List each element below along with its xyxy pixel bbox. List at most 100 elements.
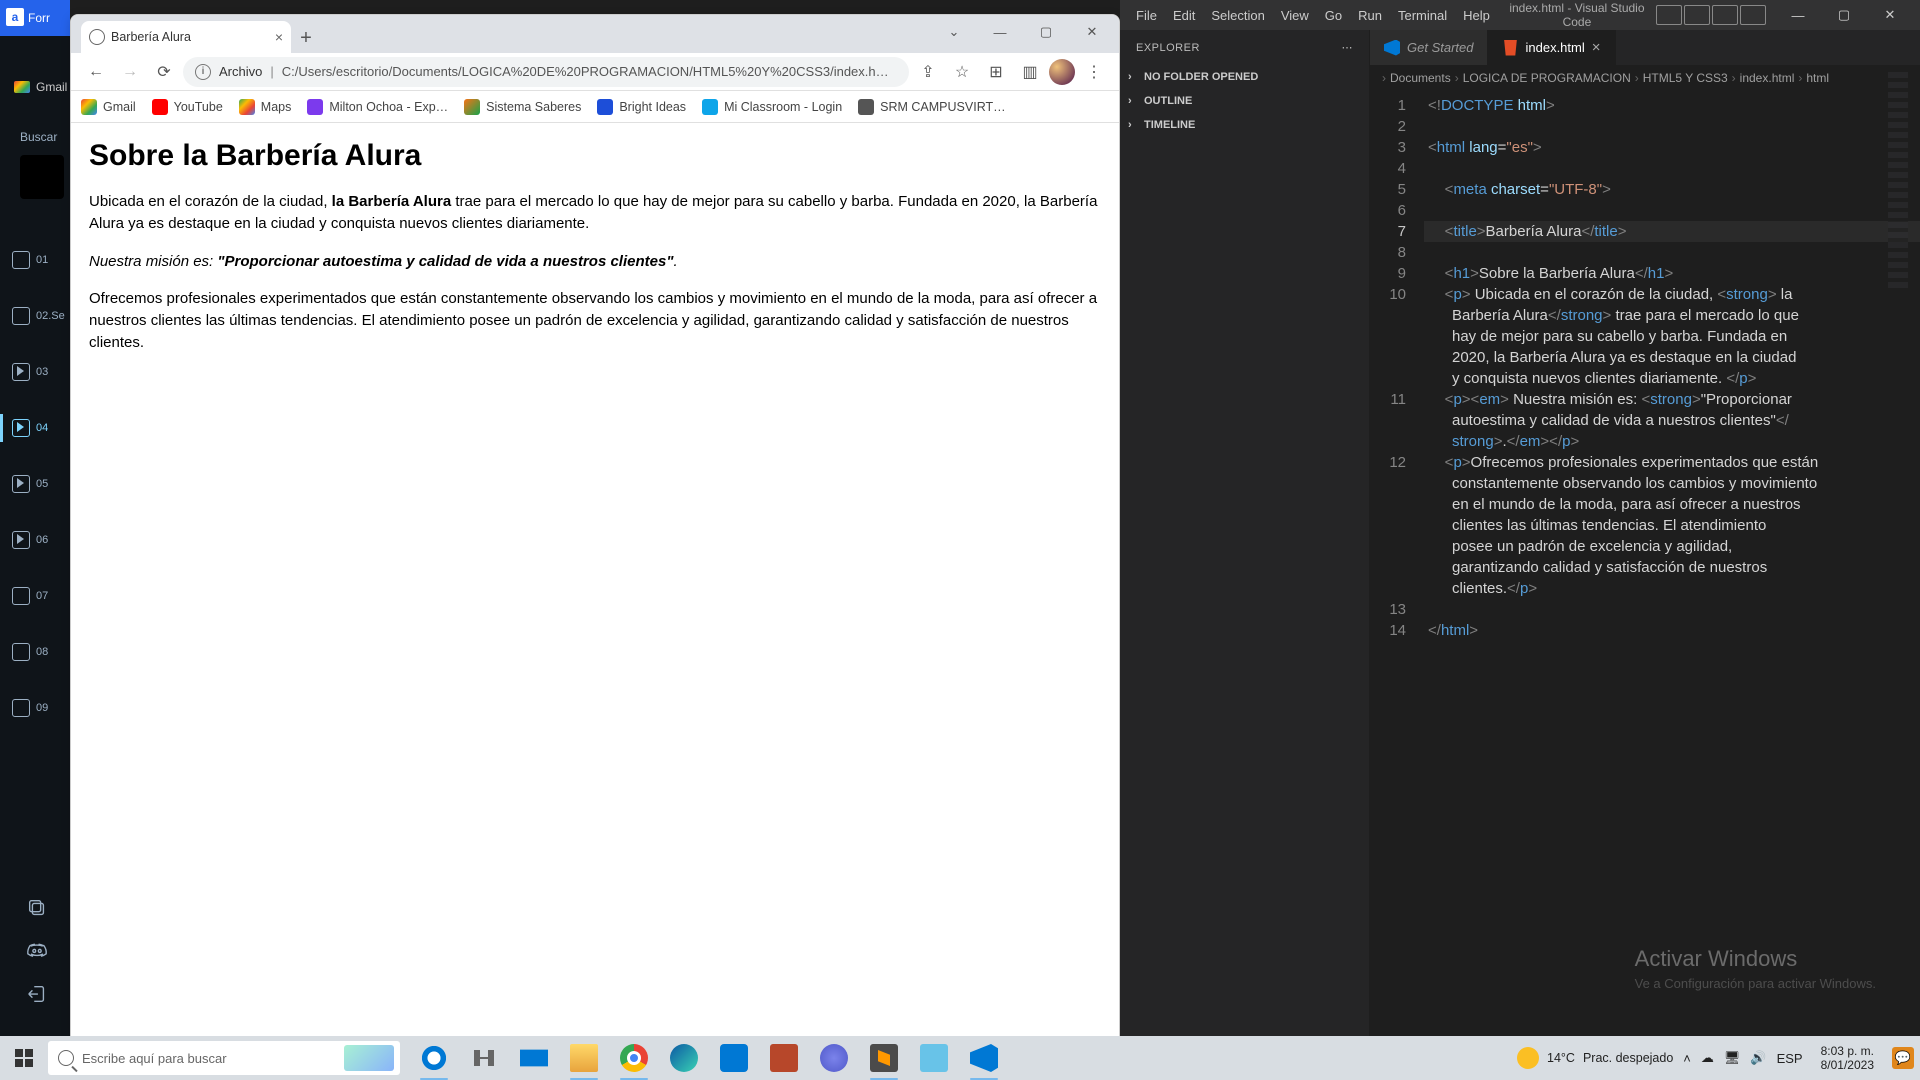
bookmark-item[interactable]: YouTube: [152, 99, 223, 115]
code-line[interactable]: clientes.</p>: [1424, 578, 1920, 599]
bookmark-star-icon[interactable]: ☆: [947, 57, 977, 87]
breadcrumb-segment[interactable]: HTML5 Y CSS3: [1643, 71, 1728, 85]
layout-full-icon[interactable]: [1740, 5, 1766, 25]
reader-icon[interactable]: ▥: [1015, 57, 1045, 87]
code-line[interactable]: constantemente observando los cambios y …: [1424, 473, 1920, 494]
bookmark-item[interactable]: Milton Ochoa - Exp…: [307, 99, 448, 115]
sidebar-item[interactable]: 07: [0, 568, 70, 624]
menu-go[interactable]: Go: [1317, 4, 1350, 27]
breadcrumbs[interactable]: › Documents › LOGICA DE PROGRAMACION › H…: [1370, 65, 1920, 91]
code-line[interactable]: y conquista nuevos clientes diariamente.…: [1424, 368, 1920, 389]
code-line[interactable]: [1424, 116, 1920, 137]
app-edge[interactable]: [660, 1036, 708, 1080]
explorer-section[interactable]: OUTLINE: [1120, 89, 1369, 113]
layout-bottom-icon[interactable]: [1684, 5, 1710, 25]
app-teams[interactable]: [810, 1036, 858, 1080]
menu-file[interactable]: File: [1128, 4, 1165, 27]
sidebar-item[interactable]: 09: [0, 680, 70, 736]
breadcrumb-segment[interactable]: html: [1806, 71, 1829, 85]
chevron-down-icon[interactable]: ⌄: [931, 17, 977, 47]
sidebar-item[interactable]: 06: [0, 512, 70, 568]
minimap[interactable]: [1888, 72, 1908, 292]
code-line[interactable]: <html lang="es">: [1424, 137, 1920, 158]
breadcrumb-segment[interactable]: Documents: [1390, 71, 1451, 85]
extensions-icon[interactable]: ⊞: [981, 57, 1011, 87]
reload-button[interactable]: ⟳: [149, 57, 179, 87]
menu-terminal[interactable]: Terminal: [1390, 4, 1455, 27]
code-line[interactable]: <p> Ubicada en el corazón de la ciudad, …: [1424, 284, 1920, 305]
layout-right-icon[interactable]: [1712, 5, 1738, 25]
tray-chevron-icon[interactable]: ˄: [1683, 1051, 1691, 1066]
sidebar-item[interactable]: 01: [0, 232, 70, 288]
bookmark-item[interactable]: Sistema Saberes: [464, 99, 581, 115]
vsc-minimize-button[interactable]: —: [1776, 0, 1820, 30]
breadcrumb-segment[interactable]: LOGICA DE PROGRAMACION: [1463, 71, 1631, 85]
browser-tab[interactable]: Barbería Alura ×: [81, 21, 291, 53]
explorer-section[interactable]: NO FOLDER OPENED: [1120, 65, 1369, 89]
code-line[interactable]: <p><em> Nuestra misión es: <strong>"Prop…: [1424, 389, 1920, 410]
tray-network-icon[interactable]: 🖥: [1724, 1050, 1741, 1066]
breadcrumb-segment[interactable]: index.html: [1740, 71, 1795, 85]
code-editor[interactable]: 1234567891011121314 <!DOCTYPE html><html…: [1370, 91, 1920, 1047]
tray-language[interactable]: ESP: [1777, 1051, 1803, 1066]
sidebar-item[interactable]: 02.Se: [0, 288, 70, 344]
layout-side-icon[interactable]: [1656, 5, 1682, 25]
discord-icon[interactable]: [24, 939, 50, 965]
sidebar-item[interactable]: 05: [0, 456, 70, 512]
more-icon[interactable]: ⋯: [1342, 41, 1354, 54]
tray-onedrive-icon[interactable]: ☁: [1701, 1050, 1714, 1066]
app-chrome[interactable]: [610, 1036, 658, 1080]
bookmark-item[interactable]: Gmail: [81, 99, 136, 115]
weather-widget[interactable]: 14°C Prac. despejado: [1517, 1047, 1673, 1069]
app-notepad[interactable]: [910, 1036, 958, 1080]
notifications-icon[interactable]: 💬: [1892, 1047, 1914, 1069]
taskbar-search[interactable]: Escribe aquí para buscar: [48, 1041, 400, 1075]
code-line[interactable]: <title>Barbería Alura</title>: [1424, 221, 1920, 242]
code-line[interactable]: 2020, la Barbería Alura ya es destaque e…: [1424, 347, 1920, 368]
menu-help[interactable]: Help: [1455, 4, 1498, 27]
code-line[interactable]: garantizando calidad y satisfacción de n…: [1424, 557, 1920, 578]
vsc-maximize-button[interactable]: ▢: [1822, 0, 1866, 30]
sidebar-item[interactable]: 04: [0, 400, 70, 456]
minimize-button[interactable]: —: [977, 17, 1023, 47]
app-store[interactable]: [710, 1036, 758, 1080]
sidebar-item[interactable]: 03: [0, 344, 70, 400]
site-info-icon[interactable]: i: [195, 64, 211, 80]
vsc-close-button[interactable]: ✕: [1868, 0, 1912, 30]
code-line[interactable]: [1424, 200, 1920, 221]
code-line[interactable]: posee un padrón de excelencia y agilidad…: [1424, 536, 1920, 557]
code-line[interactable]: autoestima y calidad de vida a nuestros …: [1424, 410, 1920, 431]
maximize-button[interactable]: ▢: [1023, 17, 1069, 47]
code-line[interactable]: clientes las últimas tendencias. El aten…: [1424, 515, 1920, 536]
start-button[interactable]: [0, 1036, 48, 1080]
app-mail[interactable]: [510, 1036, 558, 1080]
code-line[interactable]: [1424, 242, 1920, 263]
code-line[interactable]: [1424, 158, 1920, 179]
explorer-section[interactable]: TIMELINE: [1120, 113, 1369, 137]
menu-edit[interactable]: Edit: [1165, 4, 1203, 27]
menu-run[interactable]: Run: [1350, 4, 1390, 27]
tray-clock[interactable]: 8:03 p. m. 8/01/2023: [1813, 1044, 1882, 1072]
app-powerpoint[interactable]: [760, 1036, 808, 1080]
code-line[interactable]: hay de mejor para su cabello y barba. Fu…: [1424, 326, 1920, 347]
code-line[interactable]: strong>.</em></p>: [1424, 431, 1920, 452]
close-button[interactable]: ✕: [1069, 17, 1115, 47]
code-line[interactable]: <meta charset="UTF-8">: [1424, 179, 1920, 200]
share-icon[interactable]: ⇪: [913, 57, 943, 87]
forward-button[interactable]: →: [115, 57, 145, 87]
close-tab-icon[interactable]: ×: [1592, 39, 1601, 56]
code-line[interactable]: <h1>Sobre la Barbería Alura</h1>: [1424, 263, 1920, 284]
code-line[interactable]: [1424, 599, 1920, 620]
tray-volume-icon[interactable]: 🔊: [1750, 1050, 1766, 1066]
code-line[interactable]: <!DOCTYPE html>: [1424, 95, 1920, 116]
app-cortana[interactable]: [410, 1036, 458, 1080]
address-bar[interactable]: i Archivo | C:/Users/escritorio/Document…: [183, 57, 909, 87]
bookmark-item[interactable]: SRM CAMPUSVIRT…: [858, 99, 1005, 115]
app-vscode[interactable]: [960, 1036, 1008, 1080]
code-line[interactable]: </html>: [1424, 620, 1920, 641]
menu-icon[interactable]: ⋮: [1079, 57, 1109, 87]
bookmark-item[interactable]: Bright Ideas: [597, 99, 686, 115]
editor-tab[interactable]: Get Started: [1370, 30, 1488, 65]
bookmark-item[interactable]: Mi Classroom - Login: [702, 99, 842, 115]
layout-toggles[interactable]: [1656, 5, 1766, 25]
